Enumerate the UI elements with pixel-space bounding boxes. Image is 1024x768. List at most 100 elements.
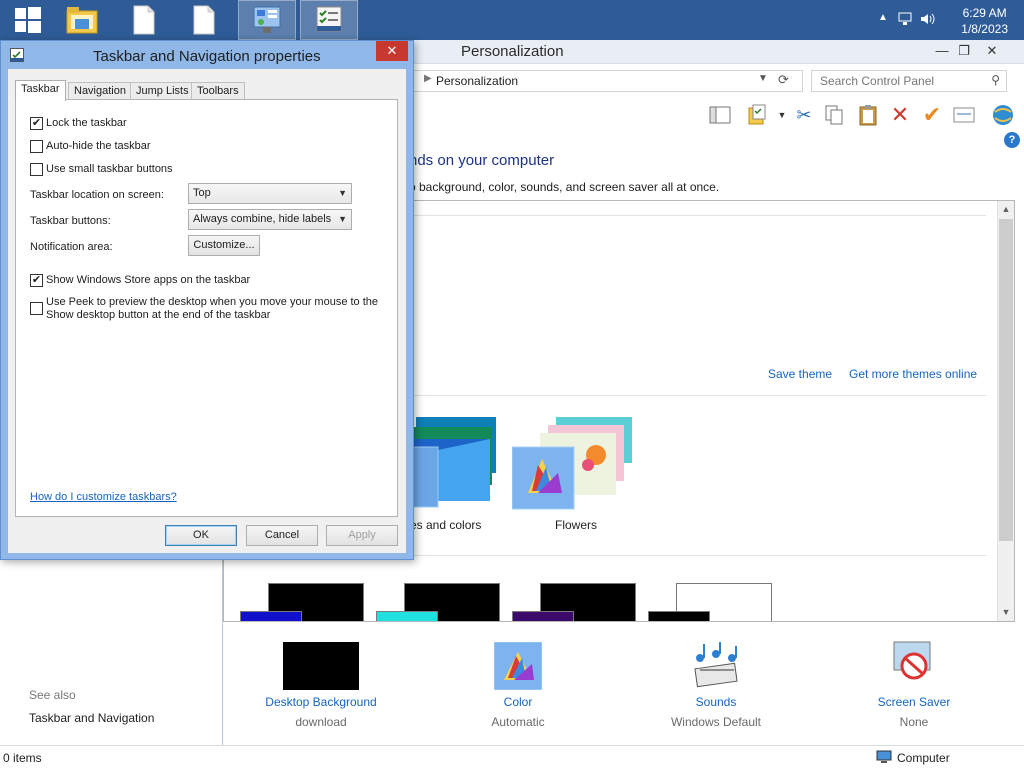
taskbar-properties-button[interactable] (300, 0, 358, 40)
lock-taskbar-label[interactable]: Lock the taskbar (46, 117, 127, 129)
page-heading-text: nds on your computer (409, 152, 555, 169)
search-icon[interactable]: ⚲ (991, 73, 1000, 87)
properties-icon[interactable] (745, 102, 771, 128)
sounds-icon (694, 642, 738, 688)
volume-icon[interactable] (920, 12, 936, 29)
system-tray: ▲ 6:29 AM 1/8/2023 (864, 0, 1024, 40)
taskbar: ▲ 6:29 AM 1/8/2023 (0, 0, 1024, 40)
high-contrast-theme-2-color (376, 611, 438, 621)
taskbar-properties-icon (316, 6, 342, 32)
breadcrumb[interactable]: Personalization (436, 74, 518, 88)
clock-date: 1/8/2023 (961, 22, 1008, 36)
theme-preview-icon (403, 417, 496, 508)
screen-saver-icon (893, 641, 931, 680)
theme-tile-colors[interactable] (403, 413, 504, 513)
search-placeholder: Search Control Panel (820, 74, 935, 88)
clock-time: 6:29 AM (962, 6, 1007, 20)
cancel-button[interactable]: Cancel (246, 525, 318, 546)
tab-toolbars[interactable]: Toolbars (191, 82, 245, 100)
vertical-scrollbar[interactable]: ▲ ▼ (997, 201, 1014, 621)
save-theme-link[interactable]: Save theme (768, 367, 832, 381)
cut-icon[interactable]: ✂ (791, 102, 817, 128)
high-contrast-theme-3-color (512, 611, 574, 621)
peek-label-line1[interactable]: Use Peek to preview the desktop when you… (46, 296, 378, 308)
peek-label-line2[interactable]: Show desktop button at the end of the ta… (46, 309, 270, 321)
refresh-icon[interactable]: ⟳ (778, 72, 789, 88)
dialog-body: Taskbar Navigation Jump Lists Toolbars ✔… (8, 69, 406, 553)
desktop-background-preview (283, 642, 359, 690)
help-icon[interactable]: ? (1004, 132, 1020, 148)
status-computer: Computer (897, 751, 950, 765)
chevron-down-icon: ▼ (338, 214, 347, 224)
peek-checkbox[interactable] (30, 302, 43, 315)
document-button-1[interactable] (116, 0, 172, 40)
status-bar: 0 items Computer (0, 745, 1024, 768)
taskbar-location-select[interactable]: Top ▼ (188, 183, 352, 204)
screen-saver-value: None (899, 715, 929, 729)
search-input[interactable]: Search Control Panel ⚲ (811, 70, 1007, 92)
lock-taskbar-checkbox[interactable]: ✔ (30, 117, 43, 130)
delete-icon[interactable]: ✕ (887, 102, 913, 128)
store-apps-checkbox[interactable]: ✔ (30, 274, 43, 287)
desktop-background-link[interactable]: Desktop Background (241, 695, 401, 709)
scroll-down-icon[interactable]: ▼ (998, 604, 1014, 620)
color-link[interactable]: Color (438, 695, 598, 709)
theme-label-colors[interactable]: es and colors (410, 518, 481, 532)
control-panel-button[interactable] (238, 0, 296, 40)
ok-button[interactable]: OK (165, 525, 237, 546)
apply-button[interactable]: Apply (326, 525, 398, 546)
store-apps-label[interactable]: Show Windows Store apps on the taskbar (46, 274, 250, 286)
chevron-down-icon: ▼ (338, 188, 347, 198)
auto-hide-checkbox[interactable] (30, 140, 43, 153)
address-dropdown-icon[interactable]: ▼ (758, 73, 768, 84)
dialog-title: Taskbar and Navigation properties (93, 48, 321, 65)
folder-icon (66, 7, 98, 34)
checkmark-icon[interactable]: ✔ (919, 102, 945, 128)
taskbar-location-value: Top (193, 187, 211, 199)
document-button-2[interactable] (176, 0, 232, 40)
preview-pane-icon[interactable] (951, 102, 977, 128)
screen-saver-link[interactable]: Screen Saver (834, 695, 994, 709)
dialog-close-button[interactable]: ✕ (376, 41, 408, 61)
small-buttons-checkbox[interactable] (30, 163, 43, 176)
start-button[interactable] (0, 0, 56, 40)
taskbar-buttons-select[interactable]: Always combine, hide labels ▼ (188, 209, 352, 230)
auto-hide-label[interactable]: Auto-hide the taskbar (46, 140, 151, 152)
high-contrast-theme-white-color (648, 611, 710, 621)
location-label: Taskbar location on screen: (30, 189, 164, 201)
scroll-thumb[interactable] (999, 219, 1013, 541)
page-subheading: o background, color, sounds, and screen … (409, 180, 719, 194)
close-button[interactable]: ✕ (979, 42, 1005, 60)
file-explorer-button[interactable] (54, 0, 110, 40)
tab-jump-lists[interactable]: Jump Lists (130, 82, 195, 100)
tab-panel-taskbar: ✔ Lock the taskbar Auto-hide the taskbar… (15, 99, 398, 517)
scroll-up-icon[interactable]: ▲ (998, 201, 1014, 217)
color-value: Automatic (491, 715, 545, 729)
layout-icon[interactable] (707, 102, 733, 128)
sounds-value: Windows Default (670, 715, 762, 729)
see-also-heading: See also (29, 688, 76, 702)
clock[interactable]: 6:29 AM 1/8/2023 (961, 5, 1008, 37)
network-icon[interactable] (898, 12, 912, 29)
tab-navigation[interactable]: Navigation (68, 82, 132, 100)
document-icon (133, 5, 155, 35)
copy-icon[interactable] (821, 102, 847, 128)
maximize-button[interactable]: ❐ (951, 42, 977, 60)
taskbar-buttons-value: Always combine, hide labels (193, 213, 332, 225)
paste-icon[interactable] (855, 102, 881, 128)
tab-taskbar[interactable]: Taskbar (15, 80, 66, 101)
get-more-themes-link[interactable]: Get more themes online (849, 367, 977, 381)
small-buttons-label[interactable]: Use small taskbar buttons (46, 163, 173, 175)
help-link[interactable]: How do I customize taskbars? (30, 491, 177, 503)
desktop-background-value: download (295, 715, 347, 729)
breadcrumb-chevron-icon[interactable]: ▶ (424, 73, 432, 84)
globe-icon[interactable] (990, 102, 1016, 128)
show-hidden-icons-icon[interactable]: ▲ (878, 12, 888, 23)
sounds-link[interactable]: Sounds (636, 695, 796, 709)
taskbar-properties-icon (10, 48, 24, 65)
document-icon (193, 5, 215, 35)
customize-button[interactable]: Customize... (188, 235, 260, 256)
see-also-taskbar-link[interactable]: Taskbar and Navigation (29, 711, 154, 725)
theme-label-flowers[interactable]: Flowers (555, 518, 597, 532)
theme-tile-flowers[interactable] (511, 413, 632, 513)
